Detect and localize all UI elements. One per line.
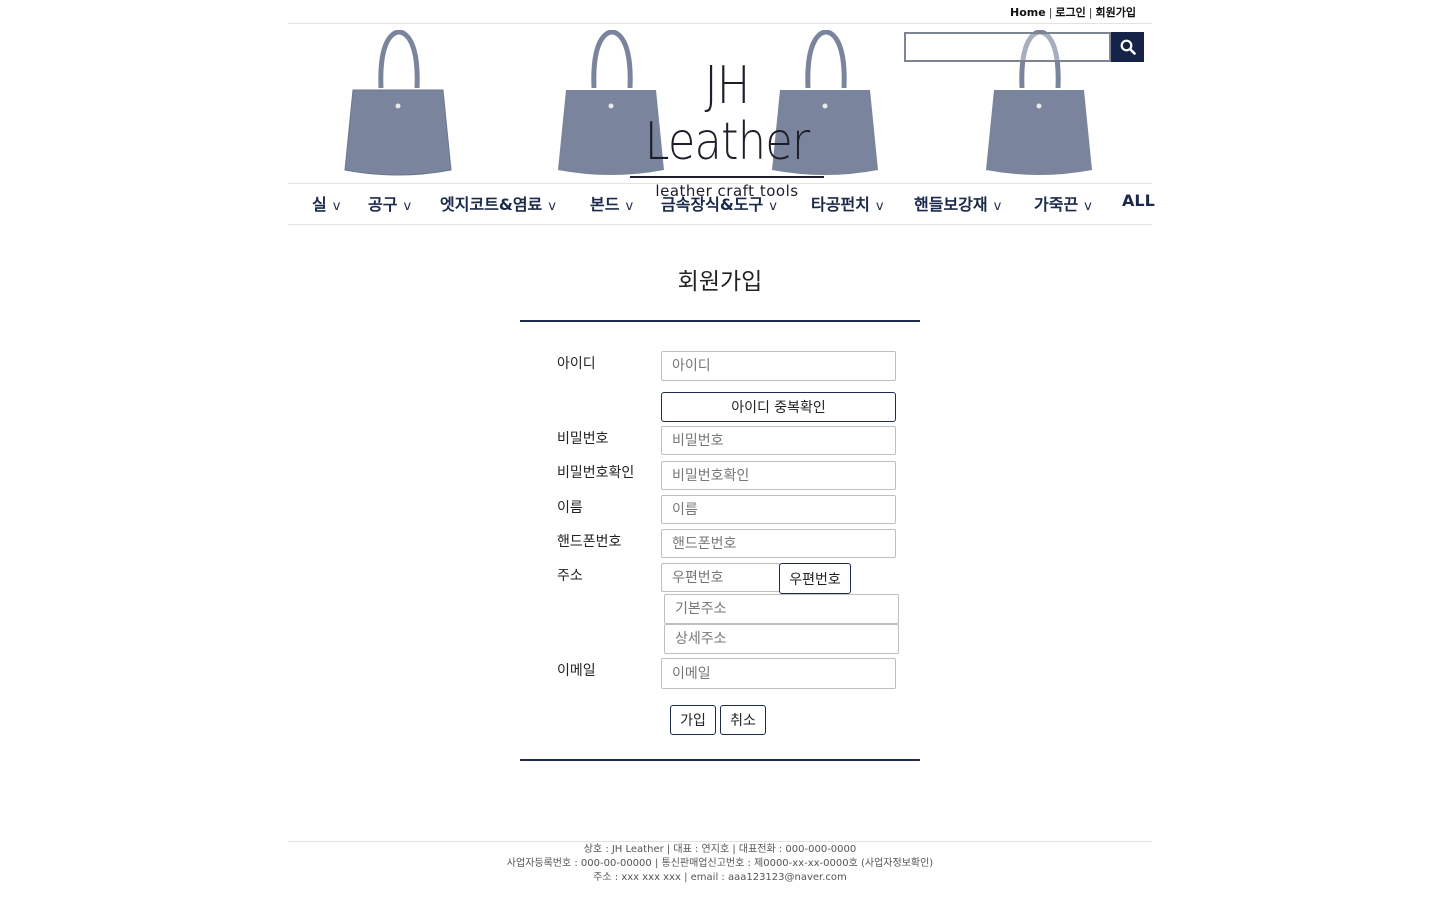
footer-company-info: 상호 : JH Leather | 대표 : 연지호 | 대표전화 : 000-… xyxy=(583,844,857,855)
password-label: 비밀번호 xyxy=(557,431,609,447)
zipcode-input[interactable] xyxy=(661,563,780,592)
phone-label: 핸드폰번호 xyxy=(557,534,622,550)
password-confirm-input[interactable] xyxy=(661,461,896,490)
chevron-down-icon: v xyxy=(625,199,634,214)
search-button[interactable] xyxy=(1111,32,1144,62)
password-input[interactable] xyxy=(661,426,896,455)
home-link[interactable]: Home xyxy=(1010,6,1046,19)
password-confirm-label: 비밀번호확인 xyxy=(557,465,635,481)
email-label: 이메일 xyxy=(557,663,596,679)
name-input[interactable] xyxy=(661,495,896,524)
handbag-image xyxy=(344,30,452,176)
login-link[interactable]: 로그인 xyxy=(1055,6,1085,19)
nav-item-handle[interactable]: 핸들보강재 v xyxy=(914,191,1001,215)
footer-contact-info: 주소 : xxx xxx xxx | email : aaa123123@nav… xyxy=(593,872,847,883)
check-id-button[interactable]: 아이디 중복확인 xyxy=(661,392,896,422)
chevron-down-icon: v xyxy=(403,199,412,214)
divider xyxy=(520,759,920,761)
site-footer: 상호 : JH Leather | 대표 : 연지호 | 대표전화 : 000-… xyxy=(0,843,1440,885)
nav-item-thread[interactable]: 실v xyxy=(312,191,340,215)
name-label: 이름 xyxy=(557,500,583,516)
page-title: 회원가입 xyxy=(677,269,763,295)
nav-item-edge-coat[interactable]: 엣지코트&염료 v xyxy=(440,191,556,215)
chevron-down-icon: v xyxy=(1084,199,1092,214)
nav-item-strap[interactable]: 가죽끈 v xyxy=(1034,191,1092,215)
logo-title: JH Leather xyxy=(644,56,811,172)
email-input[interactable] xyxy=(661,658,896,689)
nav-item-all[interactable]: ALL xyxy=(1122,191,1155,210)
chevron-down-icon: v xyxy=(769,199,777,214)
divider xyxy=(520,320,920,322)
search-input[interactable] xyxy=(904,32,1111,62)
search-icon xyxy=(1120,39,1136,55)
chevron-down-icon: v xyxy=(332,199,341,214)
zipcode-search-button[interactable]: 우편번호 xyxy=(779,563,851,594)
nav-item-metal[interactable]: 금속장식&도구 v xyxy=(661,191,777,215)
site-logo[interactable]: JH Leather leather craft tools xyxy=(622,58,832,200)
signup-link[interactable]: 회원가입 xyxy=(1096,6,1136,19)
footer-business-info: 사업자등록번호 : 000-00-00000 | 통신판매업신고번호 : 제00… xyxy=(506,858,934,869)
submit-button[interactable]: 가입 xyxy=(670,705,716,735)
chevron-down-icon: v xyxy=(993,199,1002,214)
search-box xyxy=(904,32,1144,62)
nav-item-bond[interactable]: 본드 v xyxy=(590,191,633,215)
cancel-button[interactable]: 취소 xyxy=(720,705,766,735)
id-input[interactable] xyxy=(661,351,896,381)
chevron-down-icon: v xyxy=(875,199,884,214)
top-links: Home | 로그인 | 회원가입 xyxy=(1010,6,1136,19)
address-label: 주소 xyxy=(557,568,583,584)
id-label: 아이디 xyxy=(557,356,596,372)
address-detail-input[interactable] xyxy=(664,624,899,654)
phone-input[interactable] xyxy=(661,529,896,558)
logo-rule xyxy=(630,176,824,178)
divider xyxy=(288,841,1152,842)
nav-item-punch[interactable]: 타공펀치 v xyxy=(811,191,884,215)
category-nav: 실v 공구 v 엣지코트&염료 v 본드 v 금속장식&도구 v 타공펀치 v 핸들보강재… xyxy=(288,183,1155,225)
chevron-down-icon: v xyxy=(548,199,556,214)
nav-item-tools[interactable]: 공구 v xyxy=(368,191,411,215)
address-input[interactable] xyxy=(664,594,899,624)
